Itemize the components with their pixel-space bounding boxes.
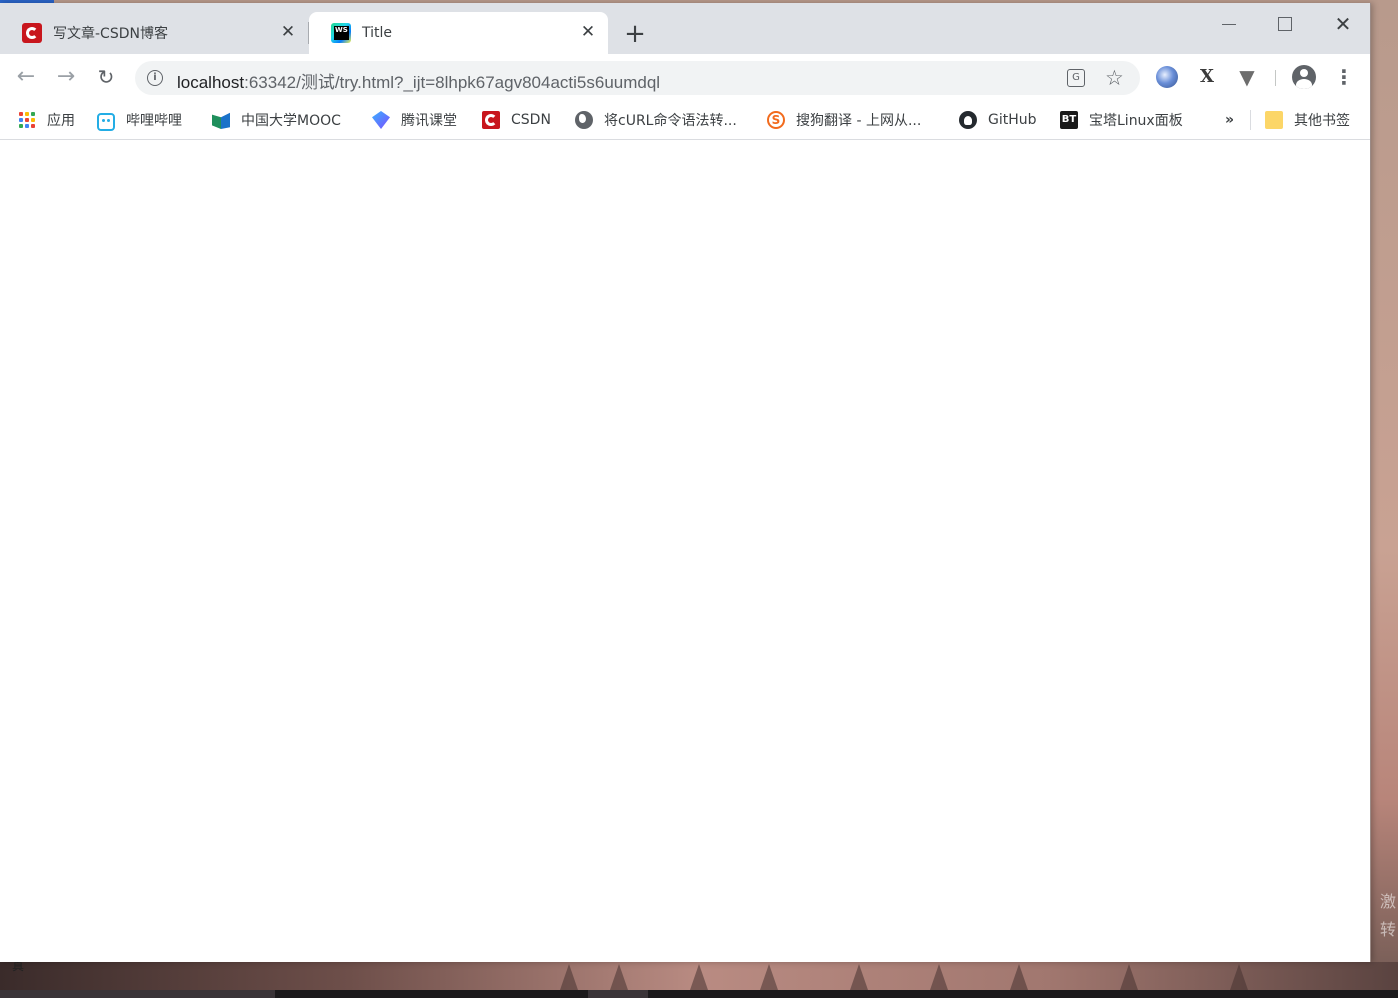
tab-csdn-write[interactable]: 写文章-CSDN博客 ✕ (0, 12, 308, 54)
toolbar-separator (1275, 70, 1276, 86)
url-text[interactable]: localhost:63342/测试/try.html?_ijt=8lhpk67… (177, 68, 660, 93)
site-info-icon[interactable]: i (147, 70, 163, 86)
globe-icon (575, 111, 593, 129)
browser-window: 写文章-CSDN博客 ✕ Title ✕ + ✕ ← → ↻ i localho… (0, 3, 1371, 962)
browser-toolbar: ← → ↻ i localhost:63342/测试/try.html?_ijt… (0, 54, 1370, 100)
bookmark-label: 其他书签 (1294, 113, 1350, 129)
bt-icon: BT (1060, 111, 1078, 129)
bookmark-label: 腾讯课堂 (401, 113, 457, 129)
bookmarks-bar: 应用 哔哩哔哩 中国大学MOOC 腾讯课堂 CSDN 将cURL命令语法转...… (0, 100, 1370, 140)
tab-title: Title (362, 25, 393, 41)
url-host: localhost (177, 73, 245, 92)
minimize-button[interactable] (1206, 9, 1252, 39)
tab-title-active[interactable]: Title ✕ (309, 12, 608, 54)
reload-button[interactable]: ↻ (92, 63, 120, 91)
sogou-icon: S (767, 111, 785, 129)
webstorm-icon (331, 23, 351, 43)
bookmark-label: 搜狗翻译 - 上网从... (796, 113, 922, 129)
csdn-logo-icon (22, 23, 42, 43)
bookmark-other-folder[interactable]: 其他书签 (1265, 108, 1350, 132)
side-text-char: 激 (1379, 892, 1396, 911)
bookmarks-overflow-button[interactable]: » (1225, 108, 1234, 132)
bookmark-github[interactable]: GitHub (959, 108, 1037, 132)
bookmark-label: 哔哩哔哩 (126, 113, 182, 129)
side-text-char: 转 (1379, 920, 1396, 939)
bookmark-tencent-classroom[interactable]: 腾讯课堂 (372, 108, 457, 132)
tab-strip: 写文章-CSDN博客 ✕ Title ✕ + ✕ (0, 3, 1370, 54)
bookmark-apps[interactable]: 应用 (18, 108, 75, 132)
window-close-button[interactable]: ✕ (1320, 9, 1366, 39)
tab-title: 写文章-CSDN博客 (53, 26, 168, 42)
mooc-icon (212, 112, 230, 129)
forward-button[interactable]: → (52, 63, 80, 91)
back-button[interactable]: ← (12, 63, 40, 91)
new-tab-button[interactable]: + (622, 21, 648, 48)
bookmark-label: 应用 (47, 113, 75, 129)
bookmark-label: CSDN (511, 112, 551, 128)
extension-globe-icon[interactable] (1156, 66, 1178, 88)
bookmark-label: GitHub (988, 112, 1037, 128)
github-icon (959, 111, 977, 129)
profile-avatar-icon[interactable] (1292, 65, 1316, 89)
bookmark-sogou-translate[interactable]: S 搜狗翻译 - 上网从... (767, 108, 921, 132)
bookmark-star-icon[interactable]: ☆ (1105, 65, 1124, 91)
extension-vue-icon[interactable]: ▼ (1236, 66, 1258, 88)
taskbar (0, 990, 1398, 998)
bookmark-curl-converter[interactable]: 将cURL命令语法转... (575, 108, 737, 132)
tencent-classroom-icon (372, 111, 390, 129)
address-bar[interactable]: i localhost:63342/测试/try.html?_ijt=8lhpk… (135, 61, 1140, 95)
desktop-side-text: 激 转 (1378, 888, 1398, 944)
bookmarks-separator (1250, 110, 1251, 130)
translate-icon[interactable]: G (1067, 69, 1085, 87)
csdn-logo-icon (482, 111, 500, 129)
apps-grid-icon (18, 111, 36, 129)
bookmark-csdn[interactable]: CSDN (482, 108, 551, 132)
url-path: :63342/测试/try.html?_ijt=8lhpk67agv804act… (244, 73, 661, 92)
menu-more-icon[interactable]: ⋮ (1334, 64, 1354, 90)
bookmark-label: 将cURL命令语法转... (604, 113, 737, 129)
page-content[interactable] (0, 141, 1370, 962)
maximize-button[interactable] (1262, 9, 1308, 39)
folder-icon (1265, 111, 1283, 129)
close-icon[interactable]: ✕ (280, 24, 296, 41)
bookmark-bilibili[interactable]: 哔哩哔哩 (97, 108, 182, 132)
bilibili-icon (97, 112, 115, 131)
bookmark-bt-panel[interactable]: BT 宝塔Linux面板 (1060, 108, 1183, 132)
close-icon[interactable]: ✕ (580, 24, 596, 41)
bookmark-mooc[interactable]: 中国大学MOOC (212, 108, 341, 132)
bookmark-label: 宝塔Linux面板 (1089, 113, 1183, 129)
bookmark-label: 中国大学MOOC (241, 113, 341, 129)
extension-x-icon[interactable]: X (1196, 66, 1218, 88)
